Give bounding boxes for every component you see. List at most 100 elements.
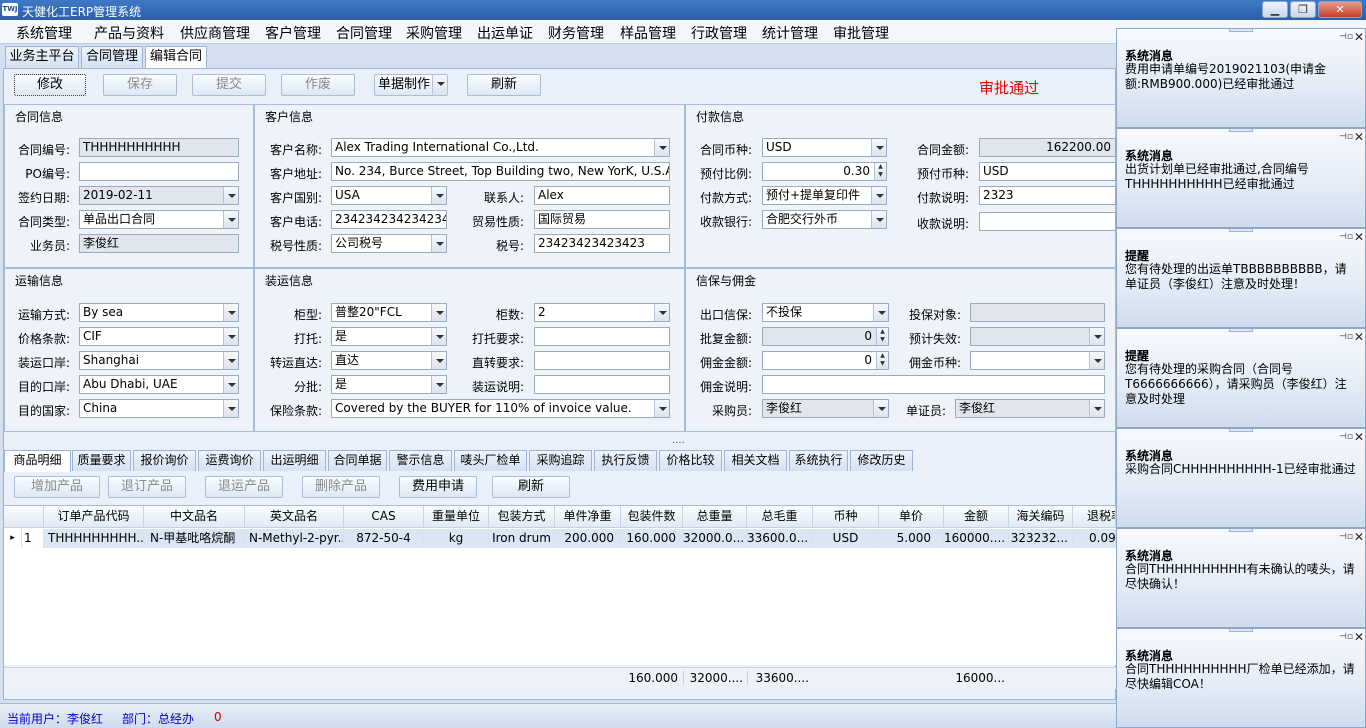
sign-date-picker[interactable]: 2019-02-11 — [79, 186, 239, 205]
tab-product-details[interactable]: 商品明细 — [4, 450, 71, 472]
cancel-product-button[interactable]: 退订产品 — [108, 476, 186, 498]
notification-card[interactable]: ⊣▫ ✕ 提醒 您有待处理的采购合同（合同号T6666666666），请采购员（… — [1116, 328, 1366, 428]
pin-icon[interactable]: ⊣▫ — [1339, 232, 1353, 242]
insurance-clause-select[interactable]: Covered by the BUYER for 110% of invoice… — [331, 399, 670, 418]
commission-amount-stepper[interactable]: 0 ▲ ▼ — [762, 351, 889, 370]
customer-phone-field[interactable]: 234234234234234 — [331, 210, 447, 229]
pin-icon[interactable]: ⊣▫ — [1339, 532, 1353, 542]
contract-type-select[interactable]: 单品出口合同 — [79, 210, 239, 229]
col-header-hs-code[interactable]: 海关编码 — [1009, 506, 1073, 528]
col-header-tax-rebate[interactable]: 退税率 — [1073, 506, 1116, 528]
notification-card[interactable]: ⊣▫ ✕ 系统消息 合同THHHHHHHHHH有未确认的唛头，请尽快确认！ — [1116, 528, 1366, 628]
col-header-packing[interactable]: 包装方式 — [489, 506, 555, 528]
cell-hs-code[interactable]: 323232... — [1009, 529, 1073, 548]
delete-product-button[interactable]: 删除产品 — [302, 476, 380, 498]
tab-quality[interactable]: 质量要求 — [72, 450, 131, 471]
pin-icon[interactable]: ⊣▫ — [1339, 332, 1353, 342]
doc-make-dropdown[interactable]: 单据制作 — [374, 74, 448, 96]
tab-warnings[interactable]: 警示信息 — [389, 450, 452, 471]
cell-currency[interactable]: USD — [813, 529, 879, 548]
bank-select[interactable]: 合肥交行外币 — [762, 210, 887, 229]
salesperson-field[interactable]: 李俊红 — [79, 234, 239, 253]
menu-products[interactable]: 产品与资料 — [94, 23, 164, 43]
tab-history[interactable]: 修改历史 — [850, 450, 913, 471]
buyer-select[interactable]: 李俊红 — [762, 399, 889, 418]
splitter-handle[interactable]: .... — [672, 435, 685, 446]
cell-cn-name[interactable]: N-甲基吡咯烷酮 — [144, 529, 245, 548]
tab-contract-docs[interactable]: 合同单据 — [328, 450, 387, 471]
transport-mode-select[interactable]: By sea — [79, 303, 239, 322]
pallet-requirement-field[interactable] — [534, 327, 670, 346]
cell-total-weight[interactable]: 32000.0... — [683, 529, 747, 548]
tax-type-select[interactable]: 公司税号 — [331, 234, 447, 253]
notification-card[interactable]: ⊣▫ ✕ 系统消息 费用申请单编号2019021103(申请金额:RMB900.… — [1116, 28, 1366, 128]
maximize-button[interactable]: ❐ — [1290, 1, 1316, 18]
edit-button[interactable]: 修改 — [14, 74, 86, 96]
po-no-field[interactable] — [79, 162, 239, 181]
menu-shipping-docs[interactable]: 出运单证 — [477, 23, 533, 43]
minimize-button[interactable]: ▁ — [1262, 1, 1288, 18]
menu-contracts[interactable]: 合同管理 — [336, 23, 392, 43]
col-header-gross-weight[interactable]: 总毛重 — [747, 506, 813, 528]
save-button[interactable]: 保存 — [103, 74, 177, 96]
tab-purchase-tracking[interactable]: 采购追踪 — [529, 450, 592, 471]
commission-currency-select[interactable] — [970, 351, 1105, 370]
payment-desc-field[interactable]: 2323 — [979, 186, 1116, 205]
close-icon[interactable]: ✕ — [1354, 30, 1364, 44]
col-header-currency[interactable]: 币种 — [813, 506, 879, 528]
contract-currency-select[interactable]: USD — [762, 138, 887, 157]
cell-en-name[interactable]: N-Methyl-2-pyr... — [245, 529, 344, 548]
payment-method-select[interactable]: 预付+提单复印件 — [762, 186, 887, 205]
tax-no-field[interactable]: 23423423423423 — [534, 234, 670, 253]
col-header-cn-name[interactable]: 中文品名 — [144, 506, 245, 528]
menu-purchasing[interactable]: 采购管理 — [406, 23, 462, 43]
col-header-pieces[interactable]: 包装件数 — [621, 506, 683, 528]
close-window-button[interactable]: ✕ — [1318, 1, 1362, 18]
refresh-button[interactable]: 刷新 — [467, 74, 541, 96]
fee-request-button[interactable]: 费用申请 — [399, 476, 477, 498]
tab-contract-management[interactable]: 合同管理 — [81, 46, 143, 68]
grid-refresh-button[interactable]: 刷新 — [492, 476, 570, 498]
notification-card[interactable]: ⊣▫ ✕ 系统消息 合同THHHHHHHHHH厂检单已经添加，请尽快编辑COA！ — [1116, 628, 1366, 728]
tab-related-docs[interactable]: 相关文档 — [724, 450, 787, 471]
menu-finance[interactable]: 财务管理 — [548, 23, 604, 43]
cell-gross-weight[interactable]: 33600.0... — [747, 529, 813, 548]
tab-freight-quotes[interactable]: 运费询价 — [198, 450, 261, 471]
close-icon[interactable]: ✕ — [1354, 130, 1364, 144]
close-icon[interactable]: ✕ — [1354, 330, 1364, 344]
cell-unit-price[interactable]: 5.000 — [879, 529, 944, 548]
return-product-button[interactable]: 退运产品 — [205, 476, 283, 498]
tab-edit-contract[interactable]: 编辑合同 — [145, 46, 207, 69]
void-button[interactable]: 作废 — [281, 74, 355, 96]
contract-amount-field[interactable]: 162200.00 — [979, 138, 1116, 157]
cell-tax-rebate[interactable]: 0.090 — [1073, 529, 1116, 548]
tab-business-platform[interactable]: 业务主平台 — [5, 46, 79, 68]
destination-country-select[interactable]: China — [79, 399, 239, 418]
approved-amount-stepper[interactable]: 0 ▲ ▼ — [762, 327, 889, 346]
pin-icon[interactable]: ⊣▫ — [1339, 632, 1353, 642]
col-header-code[interactable]: 订单产品代码 — [44, 506, 144, 528]
col-header-total-weight[interactable]: 总重量 — [683, 506, 747, 528]
col-header-en-name[interactable]: 英文品名 — [245, 506, 344, 528]
menu-suppliers[interactable]: 供应商管理 — [180, 23, 250, 43]
customer-address-field[interactable]: No. 234, Burce Street, Top Building two,… — [331, 162, 670, 181]
close-icon[interactable]: ✕ — [1354, 530, 1364, 544]
col-header-weight-unit[interactable]: 重量单位 — [424, 506, 489, 528]
prepay-currency-field[interactable]: USD — [979, 162, 1116, 181]
cell-packing[interactable]: Iron drum — [489, 529, 555, 548]
export-insurance-select[interactable]: 不投保 — [762, 303, 889, 322]
menu-statistics[interactable]: 统计管理 — [762, 23, 818, 43]
add-product-button[interactable]: 增加产品 — [14, 476, 100, 498]
price-term-select[interactable]: CIF — [79, 327, 239, 346]
port-loading-select[interactable]: Shanghai — [79, 351, 239, 370]
submit-button[interactable]: 提交 — [192, 74, 266, 96]
container-count-select[interactable]: 2 — [534, 303, 670, 322]
insured-object-field[interactable] — [970, 303, 1105, 322]
tab-mark-inspection[interactable]: 唛头厂检单 — [454, 450, 527, 471]
menu-samples[interactable]: 样品管理 — [620, 23, 676, 43]
transfer-requirement-field[interactable] — [534, 351, 670, 370]
port-destination-select[interactable]: Abu Dhabi, UAE — [79, 375, 239, 394]
tab-system-exec[interactable]: 系统执行 — [789, 450, 848, 471]
close-icon[interactable]: ✕ — [1354, 630, 1364, 644]
tab-feedback[interactable]: 执行反馈 — [594, 450, 657, 471]
